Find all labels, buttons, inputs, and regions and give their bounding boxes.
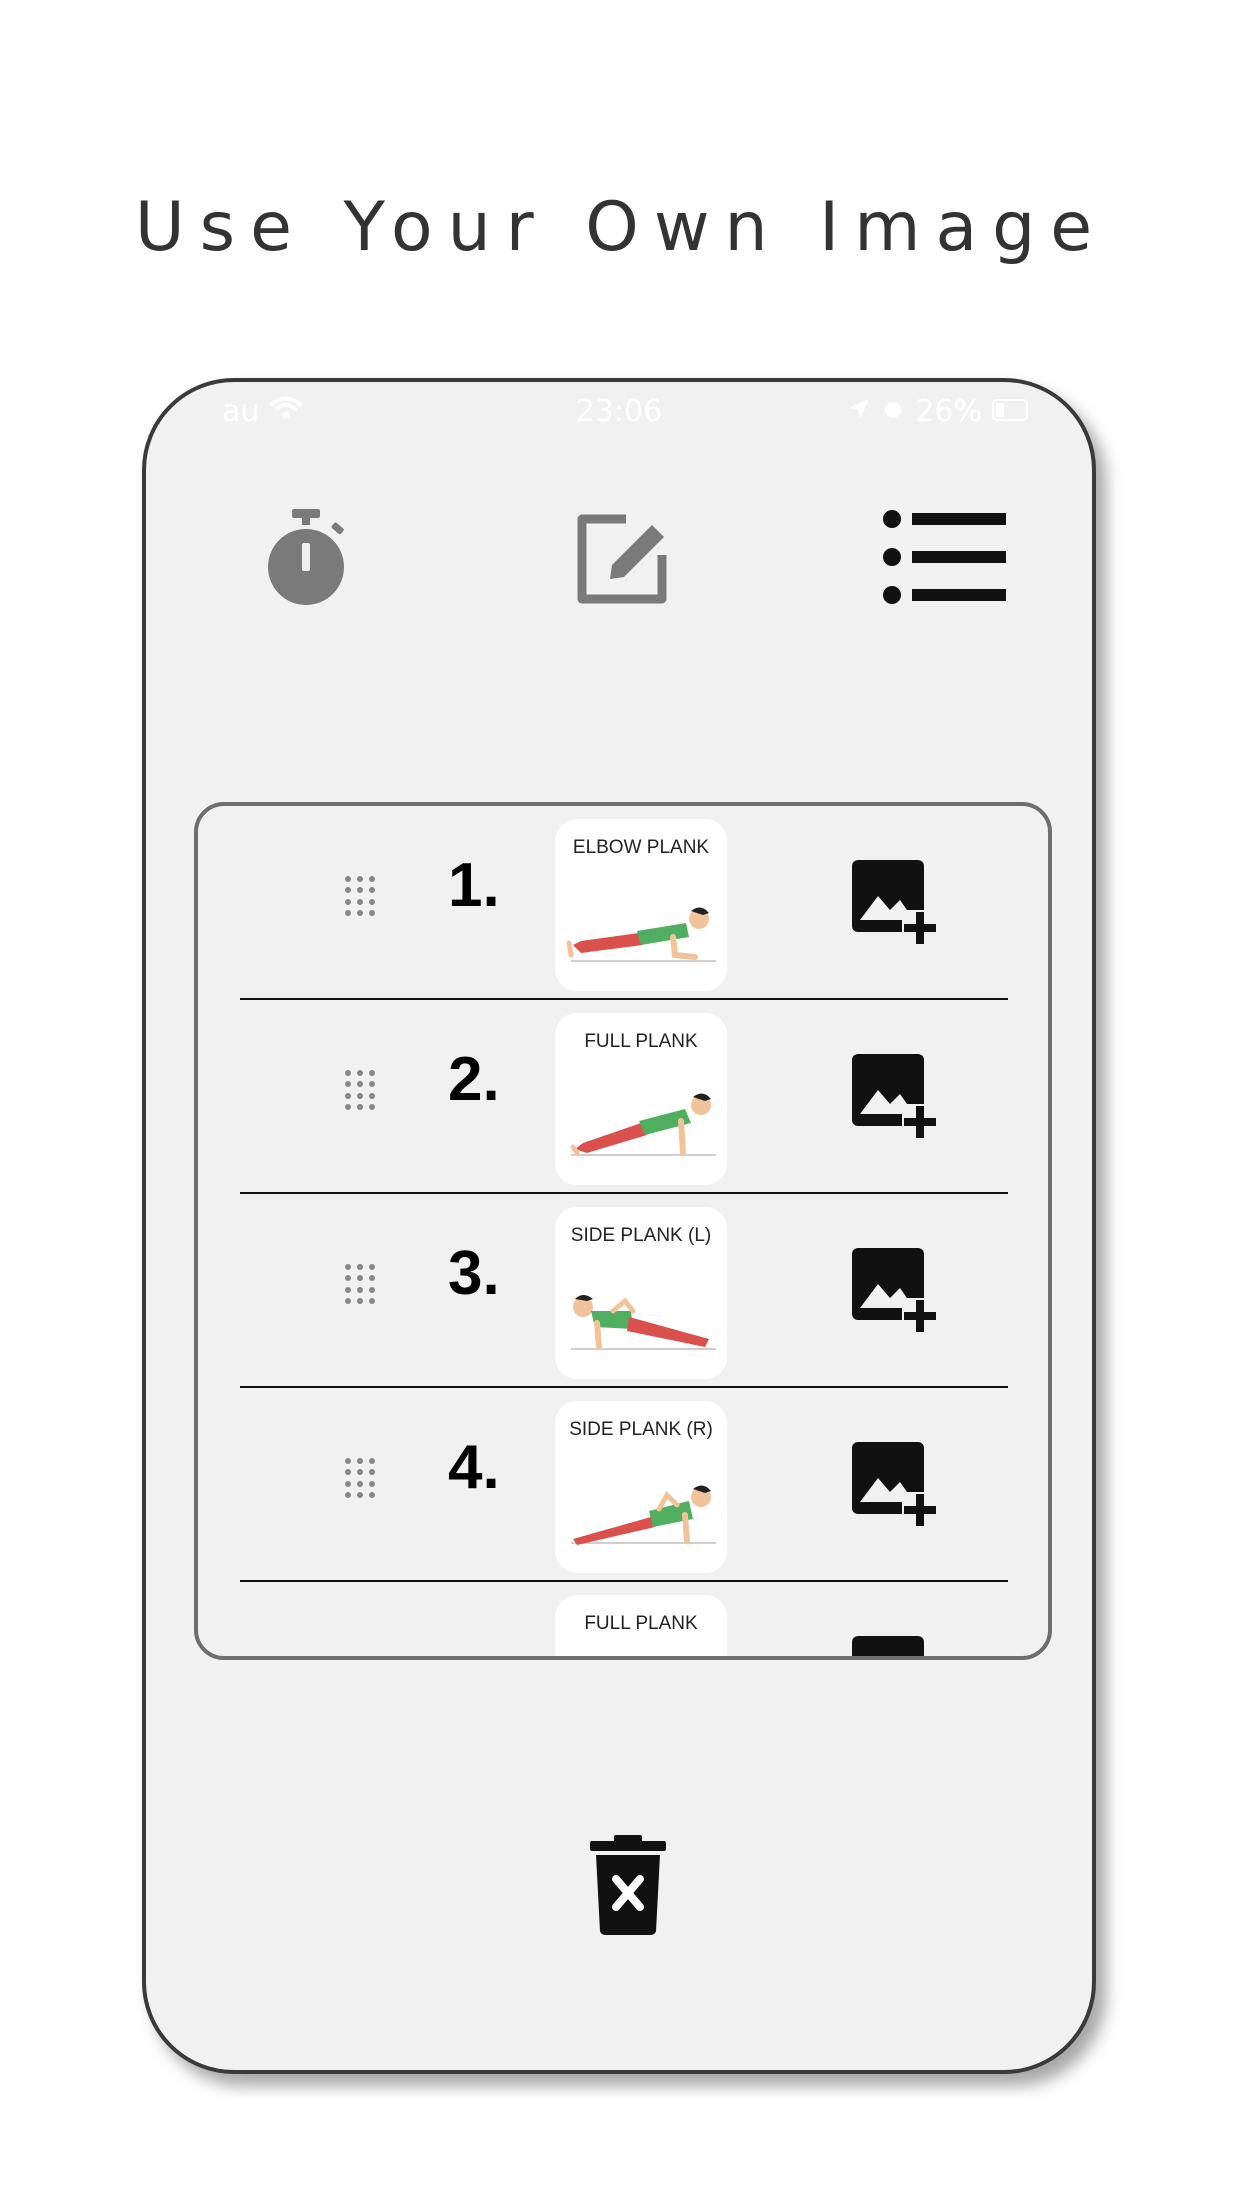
drag-handle-icon[interactable] [343,1068,377,1112]
add-image-icon[interactable] [848,1632,938,1656]
list-icon[interactable] [882,507,1006,607]
exercise-thumbnail[interactable]: SIDE PLANK (L) [555,1207,727,1379]
phone-frame: au 23:06 26% 1. ELBOW PLANK 2. FULL PLAN… [142,378,1096,2074]
exercise-number: 3. [448,1239,500,1308]
battery-icon [992,394,1032,429]
headline: Use Your Own Image [134,188,1108,267]
drag-handle-icon[interactable] [343,874,377,918]
list-item[interactable]: 2. FULL PLANK [198,1000,1048,1194]
edit-icon[interactable] [572,507,672,607]
exercise-title: SIDE PLANK (L) [570,1225,712,1246]
drag-handle-icon[interactable] [343,1456,377,1500]
add-image-icon[interactable] [848,1050,938,1140]
list-item[interactable]: 4. SIDE PLANK (R) [198,1388,1048,1582]
exercise-thumbnail[interactable]: FULL PLANK [555,1595,727,1656]
exercise-thumbnail[interactable]: SIDE PLANK (R) [555,1401,727,1573]
exercise-number: 1. [448,851,500,920]
location-icon [847,394,871,429]
list-item[interactable]: 3. SIDE PLANK (L) [198,1194,1048,1388]
exercise-number: 2. [448,1045,500,1114]
alarm-icon [881,394,905,429]
exercise-list[interactable]: 1. ELBOW PLANK 2. FULL PLANK 3. SIDE PLA… [194,802,1052,1660]
exercise-title: FULL PLANK [584,1613,698,1634]
status-bar: au 23:06 26% [146,382,1092,442]
add-image-icon[interactable] [848,1438,938,1528]
list-item[interactable]: 1. ELBOW PLANK [198,806,1048,1000]
side-plank-left-figure [571,1295,716,1350]
drag-handle-icon[interactable] [343,1262,377,1306]
exercise-title: ELBOW PLANK [572,837,710,858]
exercise-number: 4. [448,1433,500,1502]
add-image-icon[interactable] [848,856,938,946]
exercise-thumbnail[interactable]: FULL PLANK [555,1013,727,1185]
battery-percent: 26% [915,394,982,429]
stopwatch-icon[interactable] [256,507,356,607]
list-item[interactable]: FULL PLANK [198,1582,1048,1656]
exercise-thumbnail[interactable]: ELBOW PLANK [555,819,727,991]
exercise-title: SIDE PLANK (R) [569,1419,713,1440]
full-plank-figure [570,1093,716,1156]
elbow-plank-figure [566,907,716,962]
side-plank-right-figure [571,1485,716,1545]
add-image-icon[interactable] [848,1244,938,1334]
trash-icon[interactable] [590,1835,666,1935]
exercise-title: FULL PLANK [584,1031,698,1052]
